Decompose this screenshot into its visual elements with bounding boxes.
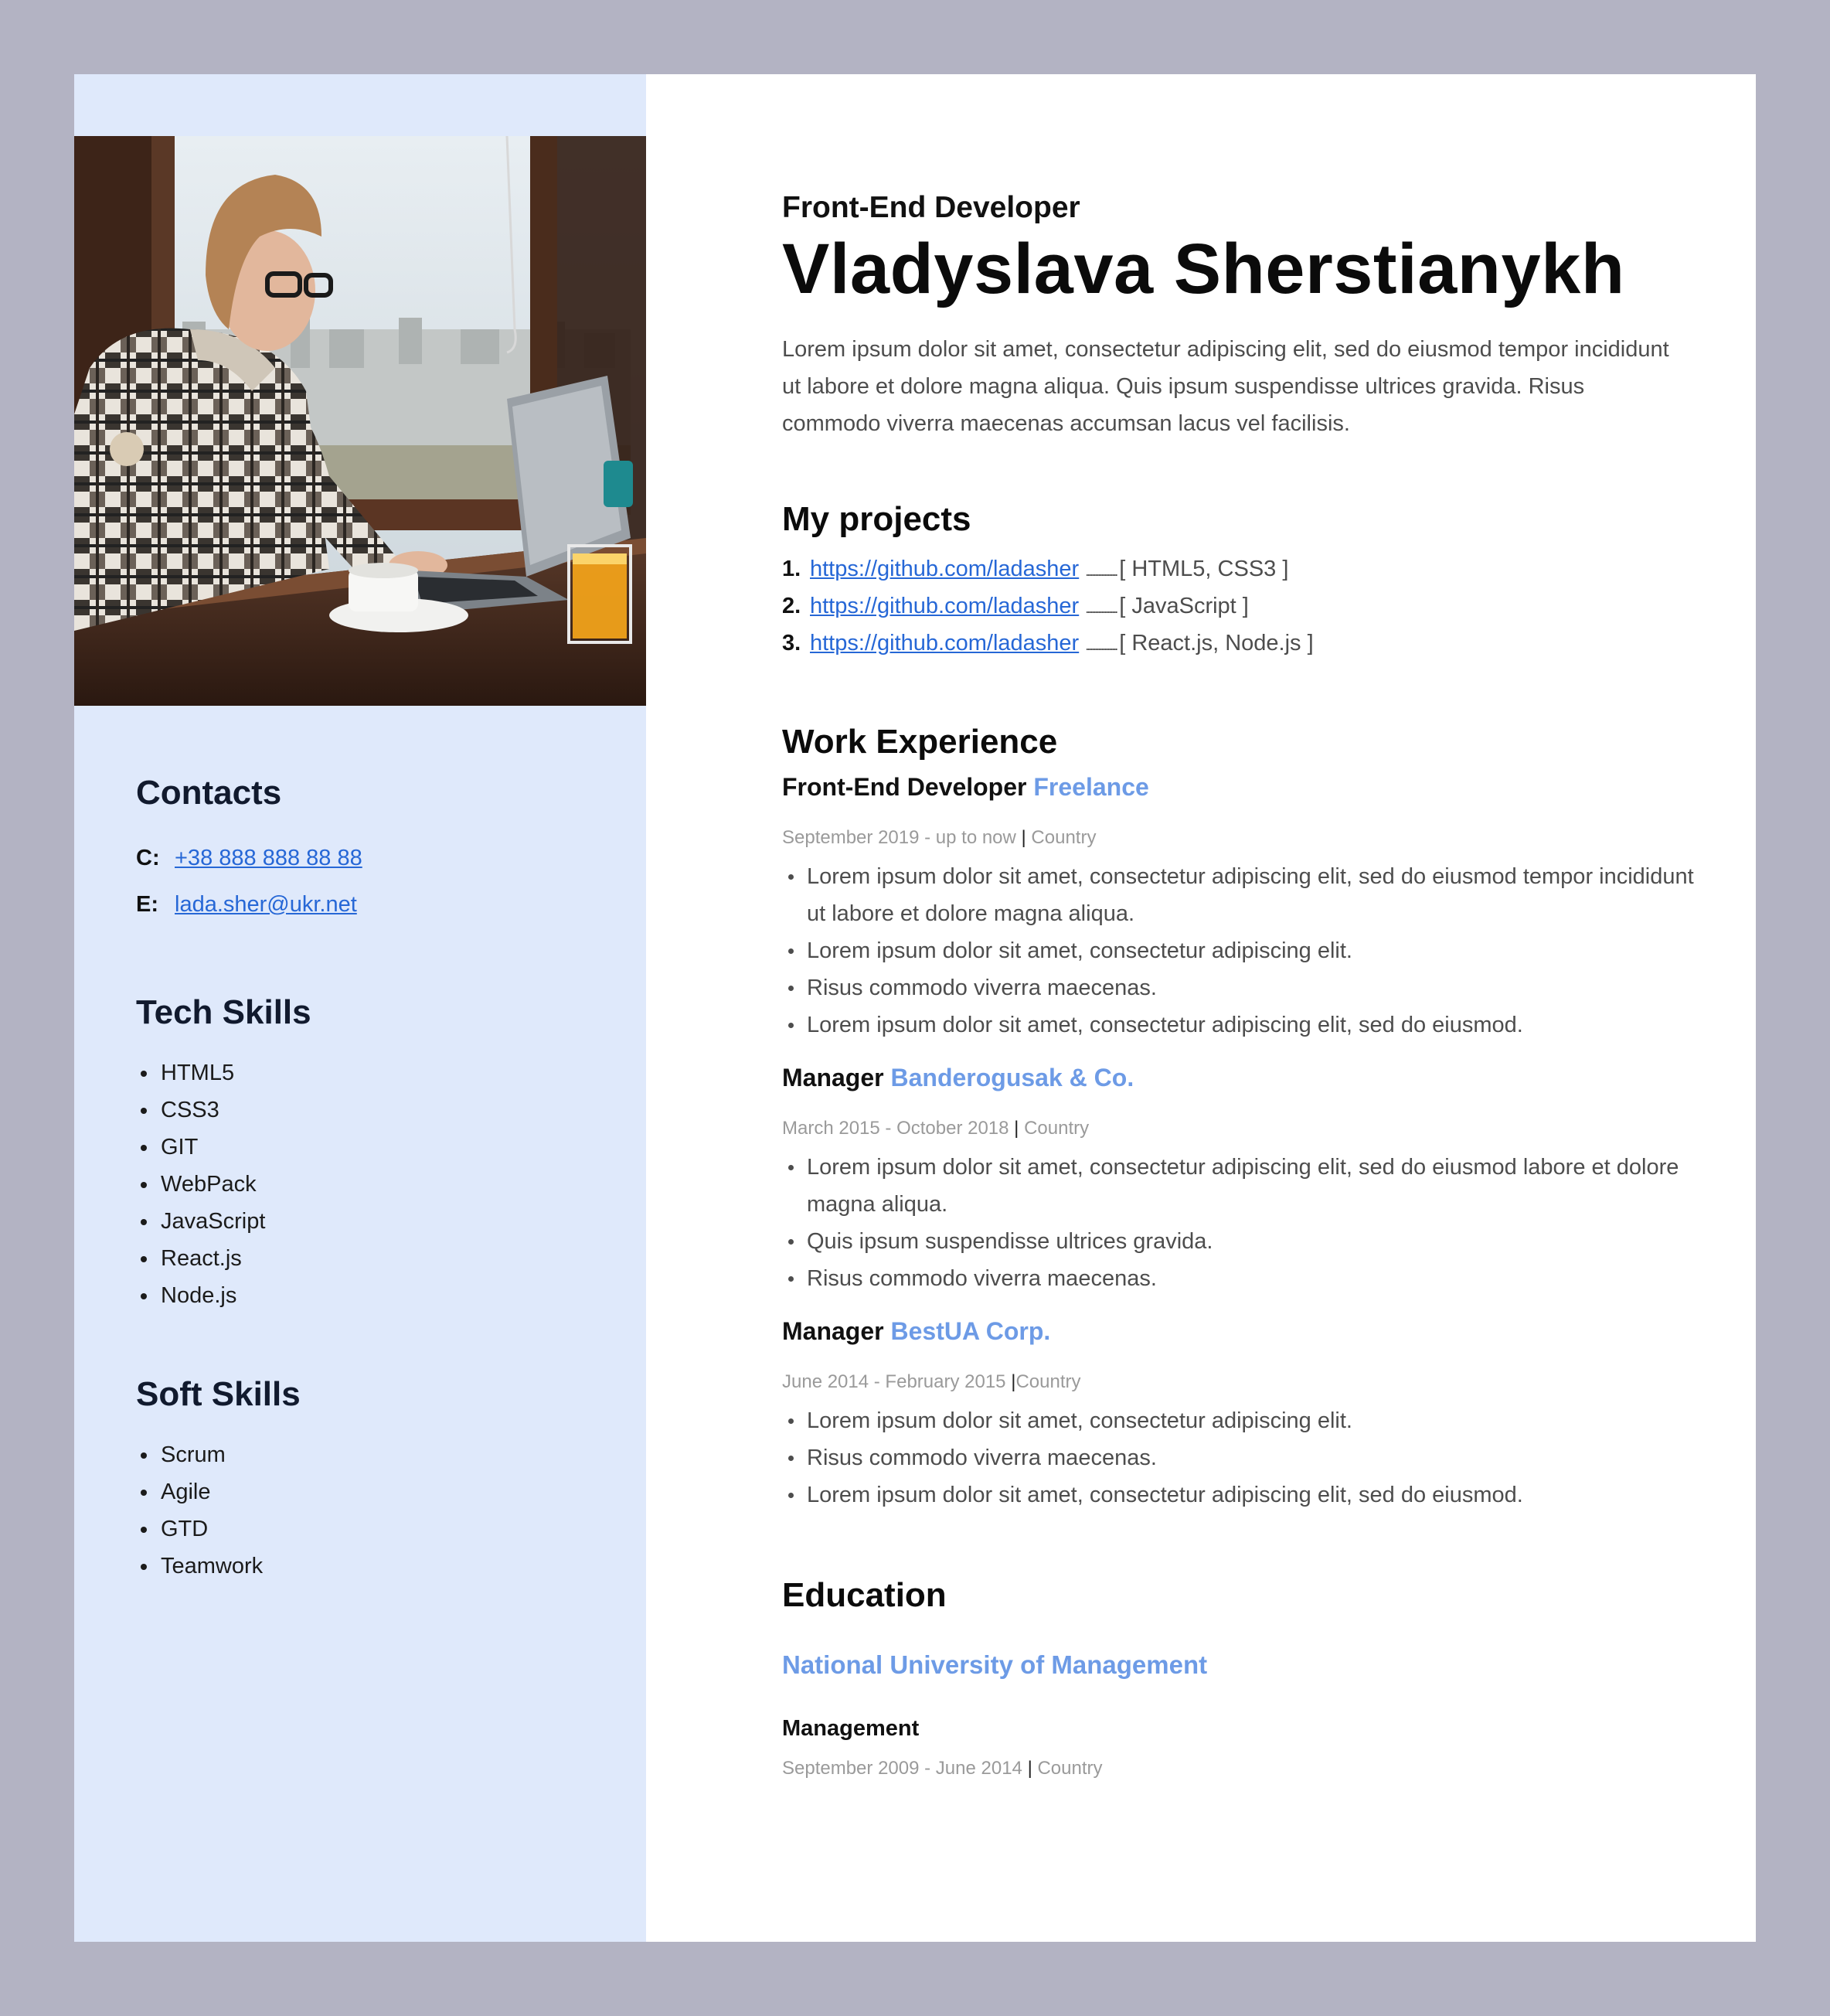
list-item: Lorem ipsum dolor sit amet, consectetur … bbox=[782, 858, 1694, 932]
list-item: GIT bbox=[136, 1129, 600, 1166]
project-link[interactable]: https://github.com/ladasher bbox=[810, 594, 1079, 618]
sidebar-content: Contacts C: +38 888 888 88 88 E: lada.sh… bbox=[136, 770, 600, 1585]
list-item: Risus commodo viverra maecenas. bbox=[782, 1439, 1694, 1476]
contact-phone: C: +38 888 888 88 88 bbox=[136, 835, 600, 881]
project-link[interactable]: https://github.com/ladasher bbox=[810, 631, 1079, 656]
job-position: Front-End Developer bbox=[782, 773, 1027, 801]
job-dates: June 2014 - February 2015 bbox=[782, 1371, 1012, 1392]
phone-label: C: bbox=[136, 845, 160, 870]
project-stack: [ HTML5, CSS3 ] bbox=[1119, 557, 1289, 581]
job-entry: Manager Banderogusak & Co. March 2015 - … bbox=[782, 1059, 1694, 1297]
job-bullets: Lorem ipsum dolor sit amet, consectetur … bbox=[782, 1149, 1694, 1297]
job-entry: Front-End Developer Freelance September … bbox=[782, 768, 1694, 1044]
work-experience-heading: Work Experience bbox=[782, 723, 1058, 761]
job-position: Manager bbox=[782, 1317, 884, 1345]
project-stack: [ JavaScript ] bbox=[1119, 594, 1249, 618]
job-entry: Manager BestUA Corp. June 2014 - Februar… bbox=[782, 1313, 1694, 1514]
job-company: BestUA Corp. bbox=[890, 1317, 1051, 1345]
degree-name: Management bbox=[782, 1716, 920, 1741]
projects-heading: My projects bbox=[782, 500, 971, 538]
project-stack: [ React.js, Node.js ] bbox=[1119, 631, 1314, 656]
main-column: Front-End Developer Vladyslava Sherstian… bbox=[646, 74, 1756, 1942]
phone-link[interactable]: +38 888 888 88 88 bbox=[175, 846, 362, 871]
university-name: National University of Management bbox=[782, 1650, 1208, 1679]
list-item: Scrum bbox=[136, 1436, 600, 1473]
education-location: Country bbox=[1032, 1758, 1103, 1779]
education-heading: Education bbox=[782, 1576, 947, 1614]
project-item: 3. https://github.com/ladasher...........… bbox=[782, 625, 1694, 662]
list-item: GTD bbox=[136, 1510, 600, 1548]
project-number: 3. bbox=[782, 631, 801, 656]
list-item: Node.js bbox=[136, 1277, 600, 1314]
project-number: 2. bbox=[782, 594, 801, 618]
list-item: Lorem ipsum dolor sit amet, consectetur … bbox=[782, 1149, 1694, 1223]
projects-list: 1. https://github.com/ladasher...........… bbox=[782, 550, 1694, 662]
list-item: Lorem ipsum dolor sit amet, consectetur … bbox=[782, 932, 1694, 969]
tech-skills-list: HTML5 CSS3 GIT WebPack JavaScript React.… bbox=[136, 1054, 600, 1314]
list-item: React.js bbox=[136, 1240, 600, 1277]
email-link[interactable]: lada.sher@ukr.net bbox=[175, 892, 357, 918]
job-dates: September 2019 - up to now bbox=[782, 827, 1022, 848]
job-role-title: Front-End Developer bbox=[782, 191, 1080, 224]
job-company: Freelance bbox=[1033, 773, 1149, 801]
education-dates: September 2009 - June 2014 bbox=[782, 1758, 1028, 1779]
job-meta: June 2014 - February 2015 |Country bbox=[782, 1370, 1694, 1395]
profile-photo-illustration bbox=[74, 136, 646, 706]
list-item: Lorem ipsum dolor sit amet, consectetur … bbox=[782, 1402, 1694, 1439]
job-meta: March 2015 - October 2018 | Country bbox=[782, 1116, 1694, 1141]
list-item: Lorem ipsum dolor sit amet, consectetur … bbox=[782, 1476, 1694, 1514]
list-item: JavaScript bbox=[136, 1203, 600, 1240]
list-item: Quis ipsum suspendisse ultrices gravida. bbox=[782, 1223, 1694, 1260]
list-item: CSS3 bbox=[136, 1091, 600, 1129]
soft-skills-list: Scrum Agile GTD Teamwork bbox=[136, 1436, 600, 1585]
job-title: Manager Banderogusak & Co. bbox=[782, 1059, 1694, 1096]
list-item: Lorem ipsum dolor sit amet, consectetur … bbox=[782, 1006, 1694, 1044]
job-title: Manager BestUA Corp. bbox=[782, 1313, 1694, 1350]
email-label: E: bbox=[136, 891, 158, 917]
project-leader-dots: .................... bbox=[1085, 601, 1118, 616]
job-location: Country bbox=[1026, 827, 1097, 848]
intro-paragraph: Lorem ipsum dolor sit amet, consectetur … bbox=[782, 337, 1669, 436]
contacts-heading: Contacts bbox=[136, 774, 282, 812]
list-item: Risus commodo viverra maecenas. bbox=[782, 969, 1694, 1006]
job-meta: September 2019 - up to now | Country bbox=[782, 826, 1694, 850]
list-item: Agile bbox=[136, 1473, 600, 1510]
soft-skills-heading: Soft Skills bbox=[136, 1375, 301, 1413]
main-content: Front-End Developer Vladyslava Sherstian… bbox=[782, 190, 1694, 1781]
sidebar: Contacts C: +38 888 888 88 88 E: lada.sh… bbox=[74, 74, 646, 1942]
profile-photo bbox=[74, 136, 646, 706]
job-dates: March 2015 - October 2018 bbox=[782, 1118, 1015, 1139]
list-item: WebPack bbox=[136, 1166, 600, 1203]
project-leader-dots: .................... bbox=[1085, 638, 1118, 653]
job-bullets: Lorem ipsum dolor sit amet, consectetur … bbox=[782, 1402, 1694, 1514]
job-bullets: Lorem ipsum dolor sit amet, consectetur … bbox=[782, 858, 1694, 1044]
list-item: Teamwork bbox=[136, 1548, 600, 1585]
job-location: Country bbox=[1015, 1371, 1081, 1392]
list-item: HTML5 bbox=[136, 1054, 600, 1091]
education-meta: September 2009 - June 2014 | Country bbox=[782, 1756, 1694, 1781]
project-item: 1. https://github.com/ladasher...........… bbox=[782, 550, 1694, 587]
project-leader-dots: .................... bbox=[1085, 564, 1118, 579]
contact-email: E: lada.sher@ukr.net bbox=[136, 881, 600, 928]
job-company: Banderogusak & Co. bbox=[890, 1064, 1134, 1091]
project-number: 1. bbox=[782, 557, 801, 581]
candidate-name: Vladyslava Sherstianykh bbox=[782, 230, 1625, 308]
resume-page: Contacts C: +38 888 888 88 88 E: lada.sh… bbox=[74, 74, 1756, 1942]
job-position: Manager bbox=[782, 1064, 884, 1091]
job-location: Country bbox=[1019, 1118, 1090, 1139]
project-item: 2. https://github.com/ladasher...........… bbox=[782, 587, 1694, 625]
list-item: Risus commodo viverra maecenas. bbox=[782, 1260, 1694, 1297]
tech-skills-heading: Tech Skills bbox=[136, 993, 311, 1031]
job-title: Front-End Developer Freelance bbox=[782, 768, 1694, 805]
project-link[interactable]: https://github.com/ladasher bbox=[810, 557, 1079, 581]
